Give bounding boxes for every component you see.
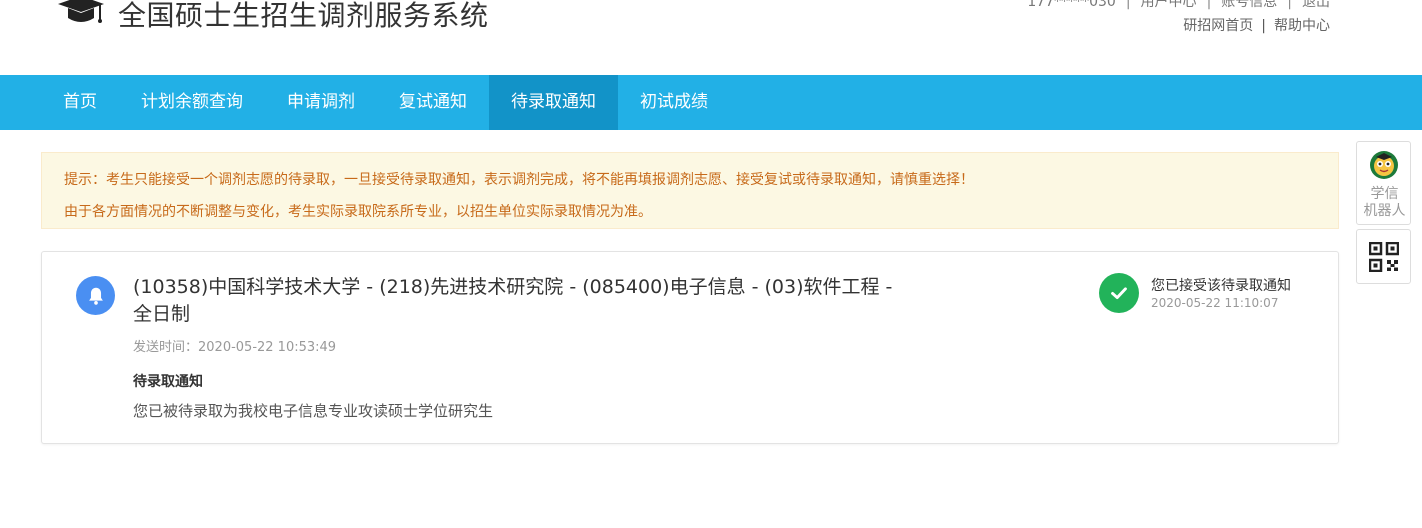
main-nav: 首页 计划余额查询 申请调剂 复试通知 待录取通知 初试成绩 bbox=[0, 75, 1422, 130]
bell-glyph bbox=[88, 287, 103, 305]
warning-tip: 提示：考生只能接受一个调剂志愿的待录取，一旦接受待录取通知，表示调剂完成，将不能… bbox=[41, 152, 1339, 229]
top-user-bar: 177*****030 | 用户中心 | 账号信息 | 退出 bbox=[1027, 0, 1330, 11]
notice-body: 您已被待录取为我校电子信息专业攻读硕士学位研究生 bbox=[133, 402, 494, 420]
robot-label-line-2: 机器人 bbox=[1363, 203, 1406, 219]
qr-code-button[interactable] bbox=[1356, 229, 1411, 284]
logout-link[interactable]: 退出 bbox=[1302, 0, 1330, 10]
nav-item-home[interactable]: 首页 bbox=[41, 75, 119, 130]
help-link[interactable]: 帮助中心 bbox=[1274, 18, 1330, 34]
separator: | bbox=[1261, 18, 1266, 34]
admission-notice-card: (10358)中国科学技术大学 - (218)先进技术研究院 - (085400… bbox=[41, 251, 1339, 444]
tip-line-1: 提示：考生只能接受一个调剂志愿的待录取，一旦接受待录取通知，表示调剂完成，将不能… bbox=[64, 172, 974, 188]
page: 全国硕士生招生调剂服务系统 177*****030 | 用户中心 | 账号信息 | 退出 研… bbox=[0, 0, 1422, 528]
notice-heading: 待录取通知 bbox=[133, 374, 203, 390]
robot-assistant-button[interactable]: 学信 机器人 bbox=[1356, 141, 1411, 225]
bell-icon bbox=[76, 276, 115, 315]
site-title: 全国硕士生招生调剂服务系统 bbox=[118, 0, 489, 32]
check-circle-icon bbox=[1099, 273, 1139, 313]
graduation-cap-icon bbox=[58, 0, 104, 23]
user-center-link[interactable]: 用户中心 bbox=[1141, 0, 1197, 10]
send-time: 发送时间：2020-05-22 10:53:49 bbox=[133, 340, 337, 355]
header: 全国硕士生招生调剂服务系统 177*****030 | 用户中心 | 账号信息 | 退出 研… bbox=[0, 0, 1422, 75]
home-link[interactable]: 研招网首页 bbox=[1183, 18, 1253, 34]
qr-code-icon bbox=[1368, 241, 1399, 272]
accepted-time: 2020-05-22 11:10:07 bbox=[1151, 296, 1279, 310]
nav-item-admission-notice[interactable]: 待录取通知 bbox=[489, 75, 618, 130]
separator: | bbox=[1125, 0, 1131, 10]
user-phone: 177*****030 bbox=[1027, 0, 1116, 10]
nav-item-plan-balance[interactable]: 计划余额查询 bbox=[119, 75, 265, 130]
robot-label: 学信 机器人 bbox=[1357, 186, 1412, 220]
check-glyph bbox=[1111, 287, 1127, 300]
top-help-bar: 研招网首页 | 帮助中心 bbox=[1183, 15, 1330, 35]
nav-item-apply-adjust[interactable]: 申请调剂 bbox=[265, 75, 377, 130]
robot-avatar-icon bbox=[1370, 151, 1398, 179]
accepted-status: 您已接受该待录取通知 bbox=[1151, 278, 1291, 294]
robot-label-line-1: 学信 bbox=[1370, 186, 1399, 202]
notice-title: (10358)中国科学技术大学 - (218)先进技术研究院 - (085400… bbox=[133, 276, 893, 325]
tip-line-2: 由于各方面情况的不断调整与变化，考生实际录取院系所专业，以招生单位实际录取情况为… bbox=[64, 204, 652, 220]
separator: | bbox=[1206, 0, 1212, 10]
account-info-link[interactable]: 账号信息 bbox=[1221, 0, 1277, 10]
nav-item-retest-notice[interactable]: 复试通知 bbox=[377, 75, 489, 130]
separator: | bbox=[1287, 0, 1292, 10]
nav-list: 首页 计划余额查询 申请调剂 复试通知 待录取通知 初试成绩 bbox=[41, 75, 730, 130]
nav-item-initial-score[interactable]: 初试成绩 bbox=[618, 75, 730, 130]
